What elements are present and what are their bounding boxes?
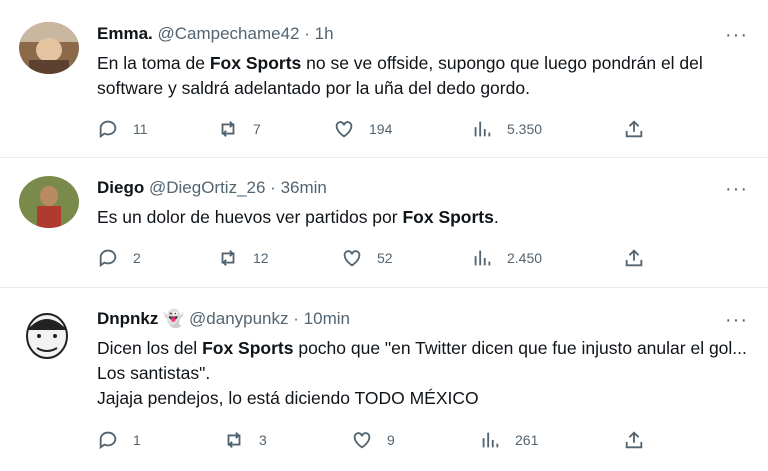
retweet-button[interactable]: 12 <box>217 247 269 269</box>
text-bold-segment: Fox Sports <box>402 207 494 227</box>
tweet-text: En la toma de Fox Sports no se ve offsid… <box>97 51 748 101</box>
views-chart-icon <box>482 432 499 448</box>
more-options-icon[interactable]: ··· <box>725 310 748 330</box>
more-options-icon[interactable]: ··· <box>725 25 748 45</box>
heart-icon <box>335 121 353 138</box>
retweet-count: 7 <box>253 121 261 137</box>
user-handle[interactable]: @danypunkz <box>189 309 289 328</box>
retweet-button[interactable]: 3 <box>223 429 267 451</box>
heart-icon <box>353 432 371 449</box>
views-button[interactable]: 2.450 <box>471 247 542 269</box>
tweet-2[interactable]: Diego @DiegOrtiz_26 · 36min ··· Es un do… <box>0 158 768 288</box>
retweet-count: 3 <box>259 432 267 448</box>
avatar[interactable] <box>19 22 79 74</box>
text-segment: . <box>493 207 499 227</box>
reply-button[interactable]: 1 <box>97 429 141 451</box>
text-bold-segment: Fox Sports <box>202 338 294 358</box>
user-handle[interactable]: @Campechame42 <box>157 24 299 43</box>
separator-dot: · <box>270 178 276 197</box>
tweet-text: Es un dolor de huevos ver partidos por F… <box>97 205 748 230</box>
like-button[interactable]: 9 <box>351 429 395 451</box>
views-chart-icon <box>474 121 491 137</box>
reply-icon <box>99 120 117 139</box>
timestamp[interactable]: 1h <box>315 24 334 43</box>
share-icon <box>625 431 643 449</box>
share-button[interactable] <box>623 118 659 140</box>
retweet-button[interactable]: 7 <box>217 118 261 140</box>
heart-icon <box>343 250 361 267</box>
views-button[interactable]: 5.350 <box>471 118 542 140</box>
reply-count: 1 <box>133 432 141 448</box>
reply-button[interactable]: 2 <box>97 247 141 269</box>
like-count: 9 <box>387 432 395 448</box>
reply-count: 2 <box>133 250 141 266</box>
separator-dot: · <box>293 309 299 328</box>
separator-dot: · <box>304 24 310 43</box>
text-segment: Es un dolor de huevos ver partidos por <box>97 207 403 227</box>
avatar[interactable] <box>19 176 79 228</box>
like-button[interactable]: 194 <box>333 118 392 140</box>
retweet-count: 12 <box>253 250 269 266</box>
reply-icon <box>99 431 117 450</box>
reply-icon <box>99 249 117 268</box>
more-options-icon[interactable]: ··· <box>725 179 748 199</box>
ghost-emoji-icon: 👻 <box>163 309 185 328</box>
display-name[interactable]: Diego <box>97 178 144 197</box>
view-count: 5.350 <box>507 121 543 137</box>
share-button[interactable] <box>623 247 659 269</box>
view-count: 261 <box>515 432 539 448</box>
tweet-text: Dicen los del Fox Sports pocho que "en T… <box>97 336 748 411</box>
retweet-icon <box>221 250 235 266</box>
timestamp[interactable]: 36min <box>281 178 327 197</box>
text-bold-segment: Fox Sports <box>209 53 302 73</box>
user-handle[interactable]: @DiegOrtiz_26 <box>149 178 265 197</box>
reply-count: 11 <box>133 121 148 137</box>
share-icon <box>625 120 643 138</box>
timestamp[interactable]: 10min <box>304 309 350 328</box>
reply-button[interactable]: 11 <box>97 118 148 140</box>
text-segment: Dicen los del <box>97 338 203 358</box>
retweet-icon <box>221 121 235 137</box>
views-chart-icon <box>474 250 491 266</box>
share-icon <box>625 249 643 267</box>
tweet-1[interactable]: Emma. @Campechame42 · 1h ··· En la toma … <box>0 0 768 158</box>
avatar[interactable] <box>19 308 79 360</box>
like-count: 52 <box>377 250 393 266</box>
text-line-2: Jajaja pendejos, lo está diciendo TODO M… <box>97 388 479 408</box>
views-button[interactable]: 261 <box>479 429 538 451</box>
retweet-icon <box>227 432 241 448</box>
display-name[interactable]: Emma. <box>97 24 153 43</box>
like-button[interactable]: 52 <box>341 247 393 269</box>
text-segment: En la toma de <box>97 53 210 73</box>
tweet-3[interactable]: Dnpnkz 👻 @danypunkz · 10min ··· Dicen lo… <box>0 288 768 471</box>
display-name[interactable]: Dnpnkz <box>97 309 158 328</box>
like-count: 194 <box>369 121 393 137</box>
view-count: 2.450 <box>507 250 543 266</box>
share-button[interactable] <box>623 429 659 451</box>
